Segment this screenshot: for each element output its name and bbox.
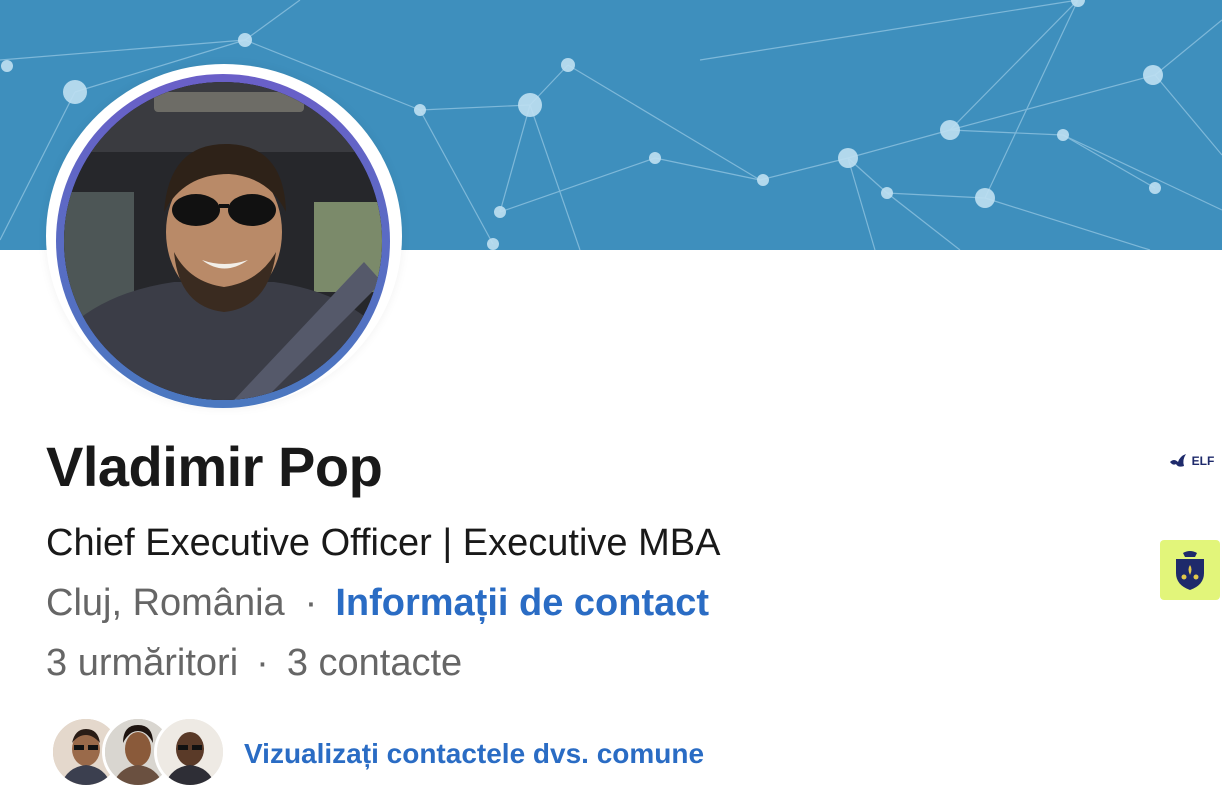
mutual-connections-link[interactable]: Vizualizați contactele dvs. comune bbox=[244, 738, 704, 770]
crest-shield-icon bbox=[1176, 551, 1204, 590]
avatar-illustration bbox=[157, 719, 223, 785]
profile-location: Cluj, România bbox=[46, 582, 285, 624]
avatar bbox=[154, 716, 226, 788]
company-logo-elf[interactable]: ELF bbox=[1160, 436, 1222, 486]
profile-photo-illustration bbox=[64, 82, 382, 400]
elf-logo-icon bbox=[1169, 454, 1186, 467]
school-logo-crest[interactable] bbox=[1160, 540, 1220, 600]
network-stats-row: 3 urmăritori · 3 contacte bbox=[46, 642, 462, 685]
profile-photo[interactable] bbox=[64, 82, 382, 400]
profile-name: Vladimir Pop bbox=[46, 435, 383, 498]
mutual-connections-avatars[interactable] bbox=[50, 716, 226, 788]
profile-headline: Chief Executive Officer | Executive MBA bbox=[46, 522, 721, 564]
location-row: Cluj, România · Informații de contact bbox=[46, 582, 709, 625]
separator-dot: · bbox=[304, 582, 318, 624]
separator-dot: · bbox=[256, 642, 269, 684]
followers-count[interactable]: 3 urmăritori bbox=[46, 642, 238, 684]
connections-count[interactable]: 3 contacte bbox=[287, 642, 462, 684]
contact-info-link[interactable]: Informații de contact bbox=[335, 582, 709, 624]
elf-logo-text: ELF bbox=[1191, 454, 1215, 468]
